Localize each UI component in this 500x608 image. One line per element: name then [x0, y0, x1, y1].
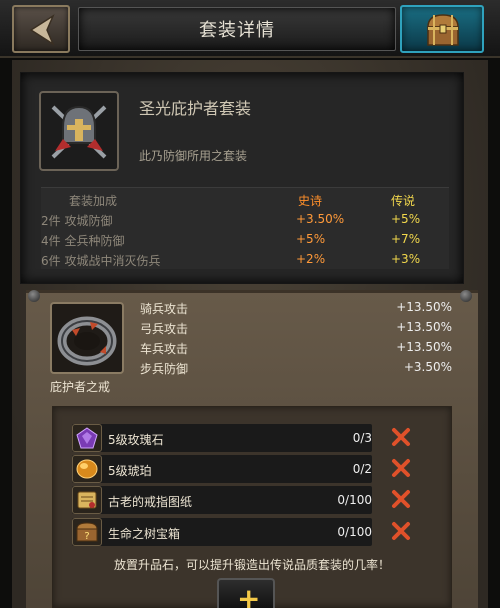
material-row[interactable]: ? 生命之树宝箱 0/100 [72, 518, 372, 546]
item-name: 庇护者之戒 [50, 380, 111, 394]
upgrade-hint-text: 放置升品石，可以提升锻造出传说品质套装的几率！ [113, 558, 390, 572]
close-icon[interactable] [390, 488, 412, 510]
bonus-label: 2件 攻城防御 [41, 214, 113, 228]
bonus-epic-value: +2% [296, 252, 326, 266]
ring-icon [57, 316, 117, 366]
material-name: 5级玫瑰石 [108, 433, 164, 447]
bonus-row: 4件 全兵种防御 +5% +7% [41, 232, 449, 250]
bonus-row: 2件 攻城防御 +3.50% +5% [41, 212, 449, 230]
close-icon[interactable] [390, 457, 412, 479]
title-plate: 套装详情 [78, 7, 396, 51]
material-icon-frame [72, 424, 102, 452]
mystery-chest-icon: ? [76, 522, 98, 542]
material-count: 0/2 [352, 462, 372, 476]
material-row[interactable]: 古老的戒指图纸 0/100 [72, 486, 372, 514]
blueprint-scroll-icon [77, 491, 97, 509]
item-stat-name: 弓兵攻击 [140, 322, 189, 336]
item-stat-value: +13.50% [396, 340, 452, 354]
item-stat-value: +13.50% [396, 320, 452, 334]
bonus-header-epic: 史诗 [298, 194, 323, 208]
material-icon-frame [72, 455, 102, 483]
bonus-legendary-value: +3% [391, 252, 421, 266]
add-upgrade-stone-button[interactable]: + [217, 578, 275, 608]
bonus-header-row: 套装加成 史诗 传说 [41, 192, 449, 210]
bonus-legendary-value: +7% [391, 232, 421, 246]
set-description: 此乃防御所用之套装 [139, 149, 248, 163]
material-row[interactable]: 5级玫瑰石 0/3 [72, 424, 372, 452]
page-title: 套装详情 [199, 20, 275, 41]
item-stat-name: 骑兵攻击 [140, 302, 189, 316]
material-icon-frame [72, 486, 102, 514]
chevron-left-icon [29, 14, 55, 46]
bonus-label: 6件 攻城战中消灭伤兵 [41, 254, 161, 268]
rose-gem-icon [76, 427, 98, 449]
material-row[interactable]: 5级琥珀 0/2 [72, 455, 372, 483]
header-bar: 套装详情 [0, 0, 500, 58]
treasure-chest-icon [427, 14, 459, 46]
item-stat-row: 骑兵攻击 +13.50% [140, 300, 452, 320]
item-stat-row: 弓兵攻击 +13.50% [140, 320, 452, 340]
bonus-label: 4件 全兵种防御 [41, 234, 125, 248]
bonus-row: 6件 攻城战中消灭伤兵 +2% +3% [41, 252, 449, 270]
svg-text:?: ? [84, 531, 89, 542]
item-stat-value: +13.50% [396, 300, 452, 314]
bonus-epic-value: +3.50% [296, 212, 345, 226]
rivet-icon [460, 290, 472, 302]
item-stat-name: 步兵防御 [140, 362, 189, 376]
item-stat-row: 车兵攻击 +13.50% [140, 340, 452, 360]
material-icon-frame: ? [72, 518, 102, 546]
treasure-chest-button[interactable] [400, 5, 484, 53]
helmet-crossed-swords-icon [51, 105, 107, 159]
bonus-header-legendary: 传说 [391, 194, 416, 208]
item-stat-value: +3.50% [403, 360, 452, 374]
bonus-header-label: 套装加成 [69, 194, 118, 208]
back-button[interactable] [12, 5, 70, 53]
item-stat-row: 步兵防御 +3.50% [140, 360, 452, 380]
plus-icon: + [237, 582, 261, 608]
set-name: 圣光庇护者套装 [139, 99, 252, 118]
material-count: 0/100 [337, 493, 372, 507]
material-name: 古老的戒指图纸 [108, 495, 193, 509]
item-stat-name: 车兵攻击 [140, 342, 189, 356]
item-icon-frame[interactable] [50, 302, 124, 374]
rivet-icon [28, 290, 40, 302]
material-count: 0/100 [337, 525, 372, 539]
material-name: 5级琥珀 [108, 464, 152, 478]
bonus-epic-value: +5% [296, 232, 326, 246]
material-name: 生命之树宝箱 [108, 527, 181, 541]
material-count: 0/3 [352, 431, 372, 445]
close-icon[interactable] [390, 520, 412, 542]
close-icon[interactable] [390, 426, 412, 448]
set-info-panel: 圣光庇护者套装 此乃防御所用之套装 套装加成 史诗 传说 2件 攻城防御 +3.… [20, 72, 464, 284]
bonus-legendary-value: +5% [391, 212, 421, 226]
set-bonus-table: 套装加成 史诗 传说 2件 攻城防御 +3.50% +5% 4件 全兵种防御 +… [41, 187, 449, 269]
set-icon-frame [39, 91, 119, 171]
amber-icon [76, 459, 98, 479]
